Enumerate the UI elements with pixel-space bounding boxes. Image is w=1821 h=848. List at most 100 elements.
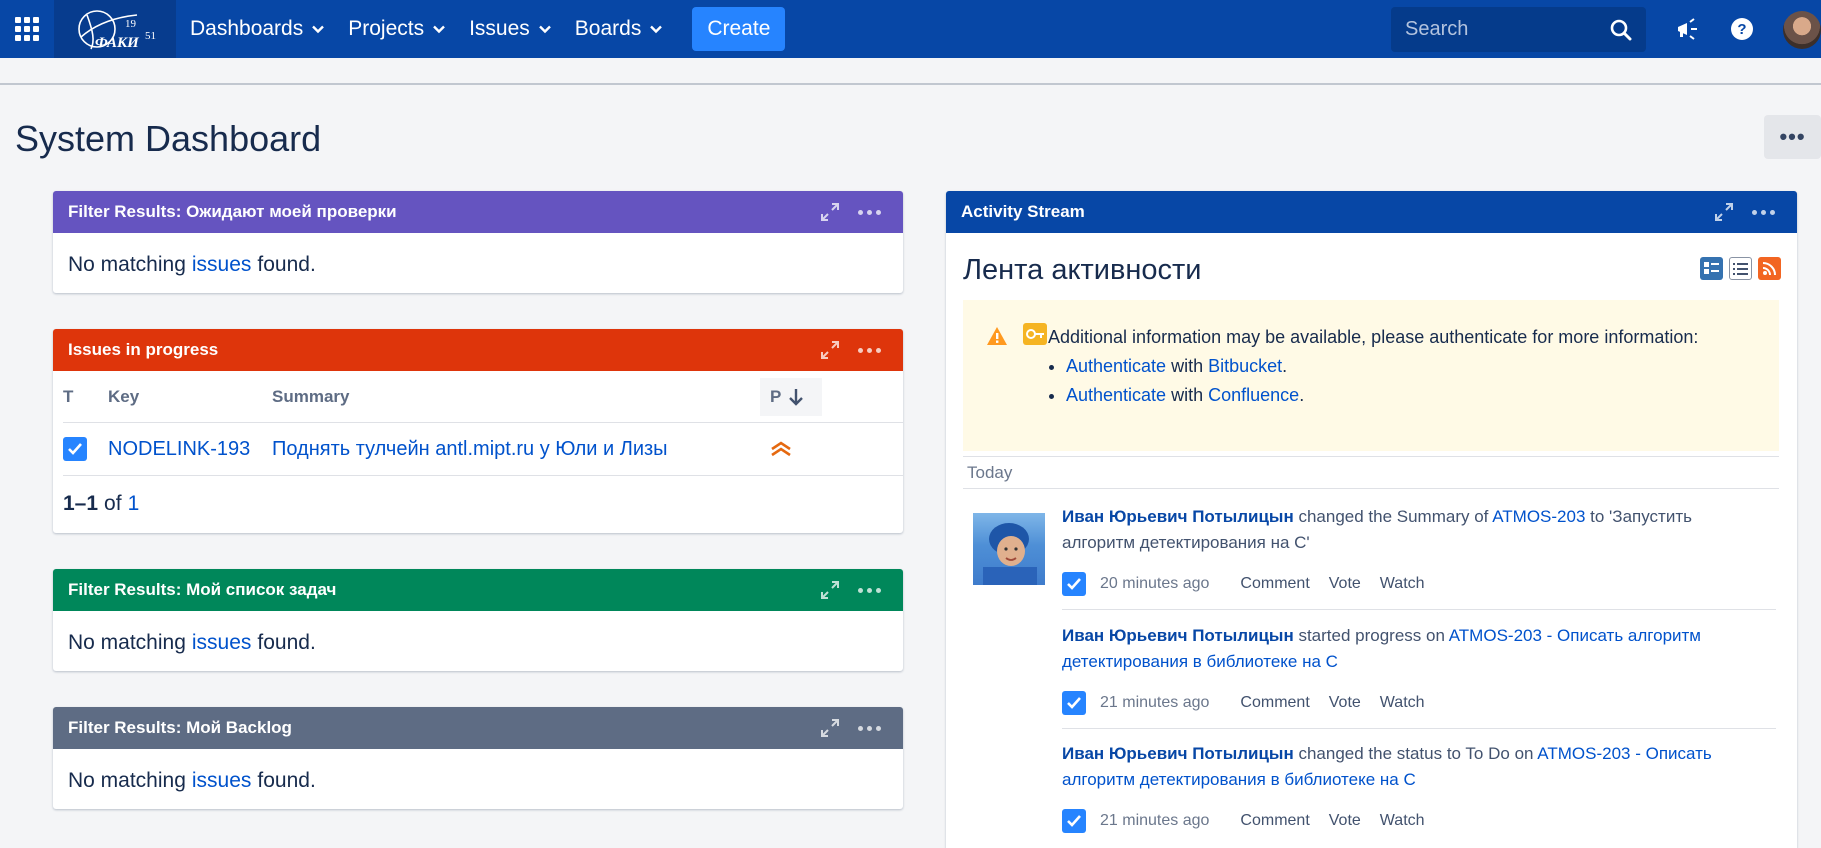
vote-action[interactable]: Vote xyxy=(1329,575,1361,593)
gadget-awaiting-review: Filter Results: Ожидают моей проверки No… xyxy=(53,191,903,293)
app-switcher-button[interactable] xyxy=(0,0,54,58)
col-priority-sorted[interactable]: P xyxy=(760,377,822,416)
issue-key-link[interactable]: NODELINK-193 xyxy=(108,438,272,461)
col-summary[interactable]: Summary xyxy=(272,387,760,407)
chevron-down-icon xyxy=(538,25,551,34)
authenticate-link[interactable]: Authenticate xyxy=(1066,385,1166,405)
maximize-icon[interactable] xyxy=(1714,202,1734,222)
search-input[interactable]: Search xyxy=(1391,7,1646,52)
gadget-title: Activity Stream xyxy=(961,202,1085,221)
issue-link[interactable]: детектирования в библиотеке на С xyxy=(1062,652,1338,671)
maximize-icon[interactable] xyxy=(820,580,840,600)
entry-timestamp: 20 minutes ago xyxy=(1100,575,1210,592)
list-view-icon[interactable] xyxy=(1729,257,1752,280)
chevron-down-icon xyxy=(312,25,325,34)
gadget-menu-icon[interactable] xyxy=(858,347,881,353)
nav-projects[interactable]: Projects xyxy=(338,0,455,58)
key-icon xyxy=(1023,323,1047,345)
auth-notice: Additional information may be available,… xyxy=(963,300,1779,451)
issue-link[interactable]: ATMOS-203 - Описать xyxy=(1537,744,1711,763)
entry-timestamp: 21 minutes ago xyxy=(1100,812,1210,829)
top-navigation-bar: 19 51 ФАКИ Dashboards Projects Issues Bo… xyxy=(0,0,1821,58)
task-type-icon xyxy=(63,437,87,461)
gadget-menu-icon[interactable] xyxy=(858,587,881,593)
full-view-icon[interactable] xyxy=(1700,257,1723,280)
confluence-link[interactable]: Confluence xyxy=(1208,385,1299,405)
watch-action[interactable]: Watch xyxy=(1380,575,1425,593)
issues-link[interactable]: issues xyxy=(192,769,252,793)
dashboard-more-button[interactable]: ••• xyxy=(1764,115,1821,159)
nav-boards[interactable]: Boards xyxy=(565,0,673,58)
issues-link[interactable]: issues xyxy=(192,631,252,655)
svg-text:?: ? xyxy=(1737,21,1746,38)
pagination: 1–1 of 1 xyxy=(63,476,903,532)
watch-action[interactable]: Watch xyxy=(1380,812,1425,830)
entry-meta: 21 minutes ago Comment Vote Watch xyxy=(1062,691,1425,715)
activity-entry: Иван Юрьевич Потылицын changed the Summa… xyxy=(1062,504,1776,556)
table-row[interactable]: NODELINK-193 Поднять тулчейн antl.mipt.r… xyxy=(63,423,903,476)
period-text: . xyxy=(1299,385,1305,405)
gadget-menu-icon[interactable] xyxy=(858,725,881,731)
user-link[interactable]: Иван Юрьевич Потылицын xyxy=(1062,626,1294,645)
empty-message-text: No matching xyxy=(68,630,186,654)
maximize-icon[interactable] xyxy=(820,340,840,360)
empty-message: No matching issues found. xyxy=(68,233,888,293)
gadget-issues-in-progress: Issues in progress T Key Summary P NODEL… xyxy=(53,329,903,533)
vote-action[interactable]: Vote xyxy=(1329,694,1361,712)
user-link[interactable]: Иван Юрьевич Потылицын xyxy=(1062,744,1294,763)
user-photo[interactable] xyxy=(973,513,1045,585)
comment-action[interactable]: Comment xyxy=(1240,812,1309,830)
nav-issues[interactable]: Issues xyxy=(459,0,561,58)
create-button[interactable]: Create xyxy=(692,7,786,51)
gadget-menu-icon[interactable] xyxy=(858,209,881,215)
user-link[interactable]: Иван Юрьевич Потылицын xyxy=(1062,507,1294,526)
action-text: started progress on xyxy=(1298,626,1445,645)
gadget-header: Filter Results: Мой Backlog xyxy=(53,707,903,749)
svg-text:19: 19 xyxy=(125,18,137,30)
gadget-header: Activity Stream xyxy=(946,191,1797,233)
gadget-title: Filter Results: Мой Backlog xyxy=(68,718,292,737)
pager-of: of xyxy=(104,492,122,515)
nav-dashboards[interactable]: Dashboards xyxy=(180,0,334,58)
notifications-button[interactable] xyxy=(1674,16,1700,42)
pager-total-link[interactable]: 1 xyxy=(128,492,140,516)
entry-meta: 21 minutes ago Comment Vote Watch xyxy=(1062,809,1425,833)
maximize-icon[interactable] xyxy=(820,718,840,738)
gadget-title: Issues in progress xyxy=(68,340,219,359)
issue-summary-link[interactable]: Поднять тулчейн antl.mipt.ru у Юли и Лиз… xyxy=(272,438,770,461)
gadget-title: Filter Results: Ожидают моей проверки xyxy=(68,202,397,221)
vote-action[interactable]: Vote xyxy=(1329,812,1361,830)
entry-timestamp: 21 minutes ago xyxy=(1100,694,1210,711)
bitbucket-link[interactable]: Bitbucket xyxy=(1208,356,1282,376)
auth-item-bitbucket: Authenticate with Bitbucket. xyxy=(1066,356,1304,377)
nav-dashboards-label: Dashboards xyxy=(190,17,304,40)
rss-feed-icon[interactable] xyxy=(1758,257,1781,280)
col-type[interactable]: T xyxy=(63,387,108,407)
comment-action[interactable]: Comment xyxy=(1240,694,1309,712)
issues-link[interactable]: issues xyxy=(192,253,252,277)
maximize-icon[interactable] xyxy=(820,202,840,222)
highest-priority-icon xyxy=(771,441,791,457)
search-icon xyxy=(1610,19,1632,40)
watch-action[interactable]: Watch xyxy=(1380,694,1425,712)
authenticate-link[interactable]: Authenticate xyxy=(1066,356,1166,376)
user-avatar[interactable] xyxy=(1783,11,1821,49)
task-type-icon xyxy=(1062,691,1086,715)
comment-action[interactable]: Comment xyxy=(1240,575,1309,593)
activity-heading: Лента активности xyxy=(963,254,1202,286)
issue-link[interactable]: ATMOS-203 xyxy=(1492,507,1585,526)
col-key[interactable]: Key xyxy=(108,387,272,407)
site-logo[interactable]: 19 51 ФАКИ xyxy=(54,0,176,58)
gadget-activity-stream: Activity Stream Лента активности Additio… xyxy=(946,191,1797,848)
gadget-menu-icon[interactable] xyxy=(1752,209,1775,215)
help-icon: ? xyxy=(1731,18,1753,40)
task-type-icon xyxy=(1062,809,1086,833)
header-divider xyxy=(0,83,1821,85)
svg-text:ФАКИ: ФАКИ xyxy=(95,35,140,51)
auth-with-text: with xyxy=(1171,385,1204,405)
issue-link[interactable]: алгоритм детектирования в библиотеке на … xyxy=(1062,770,1416,789)
issue-link[interactable]: ATMOS-203 - Описать алгоритм xyxy=(1449,626,1701,645)
empty-message-text: found. xyxy=(257,630,316,654)
help-button[interactable]: ? xyxy=(1729,16,1755,42)
notice-text: Additional information may be available,… xyxy=(1048,327,1699,347)
